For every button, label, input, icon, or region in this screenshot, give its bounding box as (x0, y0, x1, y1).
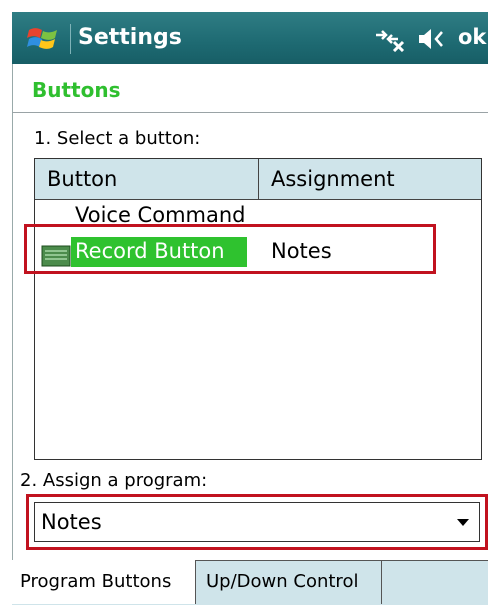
page-heading: Buttons (32, 78, 121, 102)
volume-icon[interactable] (416, 26, 448, 52)
select-button-label: 1. Select a button: (34, 128, 201, 149)
window-title: Settings (78, 25, 182, 50)
tab-program-buttons-label: Program Buttons (20, 571, 172, 592)
annotation-highlight-record-row (24, 224, 436, 274)
column-header-assignment-label: Assignment (271, 167, 395, 191)
connectivity-icon[interactable] (372, 26, 406, 52)
column-header-assignment[interactable]: Assignment (259, 159, 481, 199)
title-bar: Settings ok (12, 12, 488, 64)
tab-up-down-control-label: Up/Down Control (206, 571, 359, 592)
assign-program-label: 2. Assign a program: (20, 470, 208, 491)
annotation-highlight-dropdown (26, 494, 488, 550)
list-header: Button Assignment (35, 159, 481, 200)
title-separator (70, 24, 71, 54)
column-header-button-label: Button (47, 167, 118, 191)
column-header-button[interactable]: Button (35, 159, 259, 199)
windows-start-icon[interactable] (26, 22, 60, 54)
tab-program-buttons[interactable]: Program Buttons (12, 560, 196, 604)
button-list[interactable]: Button Assignment Voice Command Record B… (34, 158, 482, 460)
heading-divider (12, 112, 488, 113)
tab-up-down-control[interactable]: Up/Down Control (196, 561, 382, 604)
ok-button[interactable]: ok (458, 25, 486, 49)
